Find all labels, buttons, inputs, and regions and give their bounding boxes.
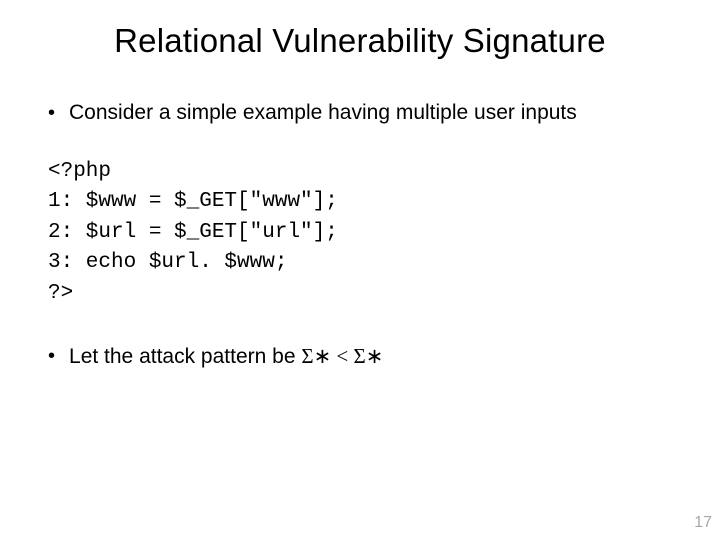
slide: Relational Vulnerability Signature • Con…	[0, 0, 720, 540]
code-line-0: <?php	[48, 160, 111, 183]
bullet-pattern-text: Let the attack pattern be Σ∗ < Σ∗	[69, 343, 383, 370]
page-title: Relational Vulnerability Signature	[40, 22, 680, 60]
code-line-3: 3: echo $url. $www;	[48, 251, 287, 274]
code-line-4: ?>	[48, 282, 73, 305]
bullet-intro-text: Consider a simple example having multipl…	[69, 100, 577, 126]
bullet-dot-icon: •	[48, 344, 55, 369]
page-number: 17	[694, 514, 712, 532]
bullet-intro: • Consider a simple example having multi…	[48, 100, 680, 127]
code-block: <?php 1: $www = $_GET["www"]; 2: $url = …	[48, 157, 680, 309]
attack-pattern-expression: Σ∗ < Σ∗	[301, 344, 383, 368]
bullet-pattern-prefix: Let the attack pattern be	[69, 345, 301, 368]
bullet-dot-icon: •	[48, 100, 55, 127]
code-line-2: 2: $url = $_GET["url"];	[48, 221, 338, 244]
bullet-pattern: • Let the attack pattern be Σ∗ < Σ∗	[48, 343, 680, 370]
code-line-1: 1: $www = $_GET["www"];	[48, 190, 338, 213]
